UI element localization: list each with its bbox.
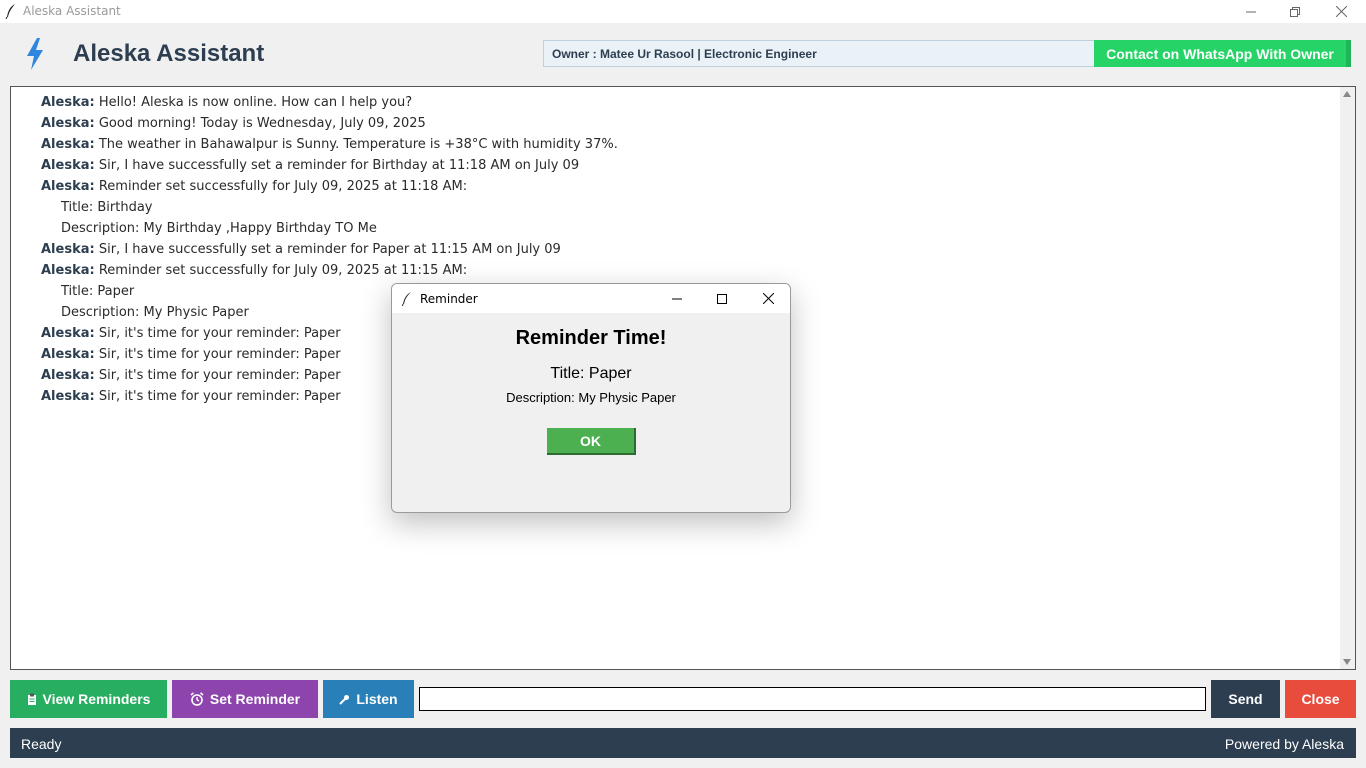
owner-text: Owner : Matee Ur Rasool | Electronic Eng… xyxy=(552,47,817,61)
reminder-title: Title: Paper xyxy=(550,365,632,382)
listen-label: Listen xyxy=(356,691,398,707)
message-input[interactable] xyxy=(419,687,1206,711)
app-window: Aleska Assistant Aleska Assistant Owner … xyxy=(0,0,1366,768)
alarm-clock-icon xyxy=(190,692,204,706)
feather-icon xyxy=(5,4,15,19)
close-label: Close xyxy=(1301,691,1340,707)
dialog-window-title: Reminder xyxy=(420,292,478,306)
reminder-description: Description: My Physic Paper xyxy=(506,390,676,405)
microphone-icon xyxy=(339,694,350,705)
dialog-close-button[interactable] xyxy=(745,284,790,313)
speaker-label: Aleska: xyxy=(41,242,95,257)
status-text: Ready xyxy=(21,736,62,752)
speaker-label: Aleska: xyxy=(41,389,95,404)
bottom-toolbar: View Reminders Set Reminder Listen Send … xyxy=(0,680,1366,718)
whatsapp-button-label: Contact on WhatsApp With Owner xyxy=(1106,45,1334,62)
chat-message: Aleska: Sir, I have successfully set a r… xyxy=(41,158,618,179)
message-text: Sir, it's time for your reminder: Paper xyxy=(98,368,341,383)
dialog-minimize-button[interactable] xyxy=(654,284,700,313)
close-icon xyxy=(1335,6,1347,17)
status-bar: Ready Powered by Aleska xyxy=(10,728,1356,758)
speaker-label: Aleska: xyxy=(41,95,95,110)
scroll-up-icon[interactable] xyxy=(1343,91,1351,97)
minimize-icon xyxy=(672,298,682,299)
window-titlebar: Aleska Assistant xyxy=(0,0,1366,23)
set-reminder-label: Set Reminder xyxy=(209,691,301,707)
dialog-titlebar: Reminder xyxy=(392,284,790,313)
ok-button[interactable]: OK xyxy=(547,428,636,455)
speaker-label: Aleska: xyxy=(41,368,95,383)
window-close-button[interactable] xyxy=(1318,0,1364,23)
dialog-heading: Reminder Time! xyxy=(515,327,667,349)
message-text: The weather in Bahawalpur is Sunny. Temp… xyxy=(98,137,618,152)
view-reminders-label: View Reminders xyxy=(42,691,151,707)
speaker-label: Aleska: xyxy=(41,158,95,173)
message-detail: Description: My Birthday ,Happy Birthday… xyxy=(61,221,377,236)
message-text: Good morning! Today is Wednesday, July 0… xyxy=(98,116,426,131)
set-reminder-button[interactable]: Set Reminder xyxy=(172,680,318,718)
speaker-label: Aleska: xyxy=(41,263,95,278)
close-icon xyxy=(762,293,774,304)
message-text: Sir, it's time for your reminder: Paper xyxy=(98,326,341,341)
speaker-label: Aleska: xyxy=(41,326,95,341)
speaker-label: Aleska: xyxy=(41,137,95,152)
powered-by-text: Powered by Aleska xyxy=(1224,736,1344,752)
scroll-down-icon[interactable] xyxy=(1343,659,1351,665)
speaker-label: Aleska: xyxy=(41,347,95,362)
minimize-icon xyxy=(1246,11,1256,12)
message-text: Reminder set successfully for July 09, 2… xyxy=(98,179,468,194)
message-text: Hello! Aleska is now online. How can I h… xyxy=(98,95,413,110)
speaker-label: Aleska: xyxy=(41,116,95,131)
chat-message: Aleska: Reminder set successfully for Ju… xyxy=(41,263,618,284)
speaker-label: Aleska: xyxy=(41,179,95,194)
dialog-maximize-button[interactable] xyxy=(699,284,745,313)
chat-scrollbar[interactable] xyxy=(1340,87,1355,669)
feather-icon xyxy=(402,292,411,306)
maximize-icon xyxy=(717,293,727,304)
listen-button[interactable]: Listen xyxy=(323,680,414,718)
message-text: Reminder set successfully for July 09, 2… xyxy=(98,263,468,278)
ok-label: OK xyxy=(580,432,601,449)
view-reminders-button[interactable]: View Reminders xyxy=(10,680,167,718)
scroll-thumb[interactable] xyxy=(1343,103,1352,653)
app-header: Aleska Assistant Owner : Matee Ur Rasool… xyxy=(0,23,1366,85)
lightning-bolt-icon xyxy=(27,38,43,70)
owner-info-box: Owner : Matee Ur Rasool | Electronic Eng… xyxy=(543,40,1095,67)
chat-message: Aleska: Hello! Aleska is now online. How… xyxy=(41,95,618,116)
message-text: Sir, it's time for your reminder: Paper xyxy=(98,347,341,362)
reminder-dialog: Reminder Reminder Time! Title: Paper Des… xyxy=(391,283,791,513)
clipboard-icon xyxy=(27,693,36,705)
app-title: Aleska Assistant xyxy=(73,40,265,67)
message-detail: Title: Birthday xyxy=(61,200,153,215)
chat-message: Aleska: Reminder set successfully for Ju… xyxy=(41,179,618,200)
message-text: Sir, I have successfully set a reminder … xyxy=(98,158,580,173)
restore-icon xyxy=(1290,6,1300,17)
restore-button[interactable] xyxy=(1272,0,1318,23)
contact-whatsapp-button[interactable]: Contact on WhatsApp With Owner xyxy=(1094,40,1351,67)
chat-message: Aleska: Good morning! Today is Wednesday… xyxy=(41,116,618,137)
send-button[interactable]: Send xyxy=(1211,680,1280,718)
chat-message: Aleska: Sir, I have successfully set a r… xyxy=(41,242,618,263)
minimize-button[interactable] xyxy=(1228,0,1274,23)
window-title: Aleska Assistant xyxy=(23,4,121,18)
message-text: Sir, I have successfully set a reminder … xyxy=(98,242,561,257)
chat-message: Aleska: The weather in Bahawalpur is Sun… xyxy=(41,137,618,158)
close-button[interactable]: Close xyxy=(1285,680,1356,718)
send-label: Send xyxy=(1228,691,1263,707)
message-text: Sir, it's time for your reminder: Paper xyxy=(98,389,341,404)
